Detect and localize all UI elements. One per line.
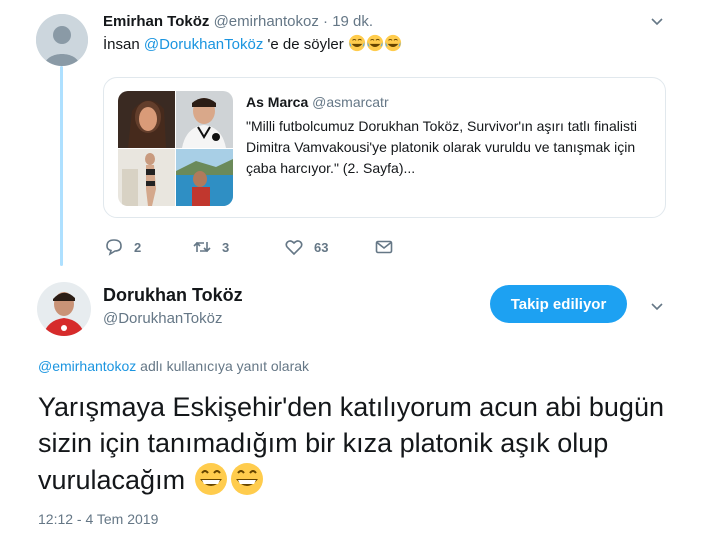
direct-message-button[interactable] [374, 237, 394, 257]
tweet1-text-prefix: İnsan [103, 36, 140, 53]
quoted-tweet-header: As Marca @asmarcatr [246, 94, 389, 110]
tweet1-author-name[interactable]: Emirhan Toköz [103, 13, 209, 30]
retweet-button[interactable]: 3 [192, 237, 229, 257]
thread-connector-line [60, 66, 63, 266]
tweet1-mention-link[interactable]: @DorukhanToköz [144, 36, 263, 53]
tweet2-timestamp[interactable]: 12:12 - 4 Tem 2019 [38, 511, 158, 527]
tweet2-author-name[interactable]: Dorukhan Toköz [103, 285, 243, 306]
tweet2-author-handle[interactable]: @DorukhanToköz [103, 310, 222, 327]
face-with-tears-of-joy-emoji [384, 34, 402, 52]
heart-icon [285, 240, 303, 256]
tweet1-time[interactable]: · 19 dk. [323, 13, 373, 30]
like-button[interactable]: 63 [284, 237, 328, 257]
face-with-tears-of-joy-emoji [366, 34, 384, 52]
tweet2-text: Yarışmaya Eskişehir'den katılıyorum acun… [38, 389, 688, 498]
reply-count: 2 [134, 239, 142, 255]
quoted-author-name[interactable]: As Marca [246, 94, 308, 110]
tweet1-text-suffix: 'e de söyler [267, 36, 344, 53]
quoted-tweet-media-grid[interactable] [118, 91, 233, 206]
quoted-author-handle[interactable]: @asmarcatr [312, 94, 388, 110]
tweet2-text-body: Yarışmaya Eskişehir'den katılıyorum acun… [38, 392, 664, 495]
replying-to-line: @emirhantokoz adlı kullanıcıya yanıt ola… [38, 358, 309, 374]
reply-to-suffix: adlı kullanıcıya yanıt olarak [140, 358, 310, 374]
tweet1-author-handle[interactable]: @emirhantokoz [214, 13, 319, 30]
media-photo-sea-boat[interactable] [176, 149, 233, 206]
emirhan-avatar[interactable] [36, 14, 88, 66]
tweet1-text: İnsan @DorukhanToköz 'e de söyler [103, 34, 402, 53]
tweet1-menu-chevron-icon[interactable] [650, 14, 664, 33]
envelope-icon [375, 240, 393, 254]
reply-button[interactable]: 2 [104, 237, 141, 257]
default-profile-icon [36, 14, 88, 66]
profile-photo [37, 282, 91, 336]
dorukhan-avatar[interactable] [37, 282, 91, 336]
grinning-face-emoji [230, 463, 263, 495]
face-with-tears-of-joy-emoji [348, 34, 366, 52]
like-count: 63 [314, 239, 329, 255]
media-photo-woman-portrait[interactable] [118, 91, 175, 148]
tweet1-action-bar: 2 3 63 [104, 237, 404, 259]
quoted-tweet-text: "Milli futbolcumuz Dorukhan Toköz, Survi… [246, 118, 637, 176]
following-button[interactable]: Takip ediliyor [490, 285, 627, 323]
quoted-tweet-card[interactable]: As Marca @asmarcatr "Milli futbolcumuz D… [103, 77, 666, 218]
reply-to-mention-link[interactable]: @emirhantokoz [38, 358, 136, 374]
tweet2-menu-chevron-icon[interactable] [650, 299, 664, 318]
retweet-icon [193, 241, 211, 253]
retweet-count: 3 [222, 239, 230, 255]
reply-icon [106, 239, 122, 256]
media-photo-player-jersey[interactable] [176, 91, 233, 148]
grinning-face-emoji [194, 463, 227, 495]
tweet1-header: Emirhan Toköz @emirhantokoz · 19 dk. [103, 13, 373, 30]
media-photo-woman-swimsuit[interactable] [118, 149, 175, 206]
